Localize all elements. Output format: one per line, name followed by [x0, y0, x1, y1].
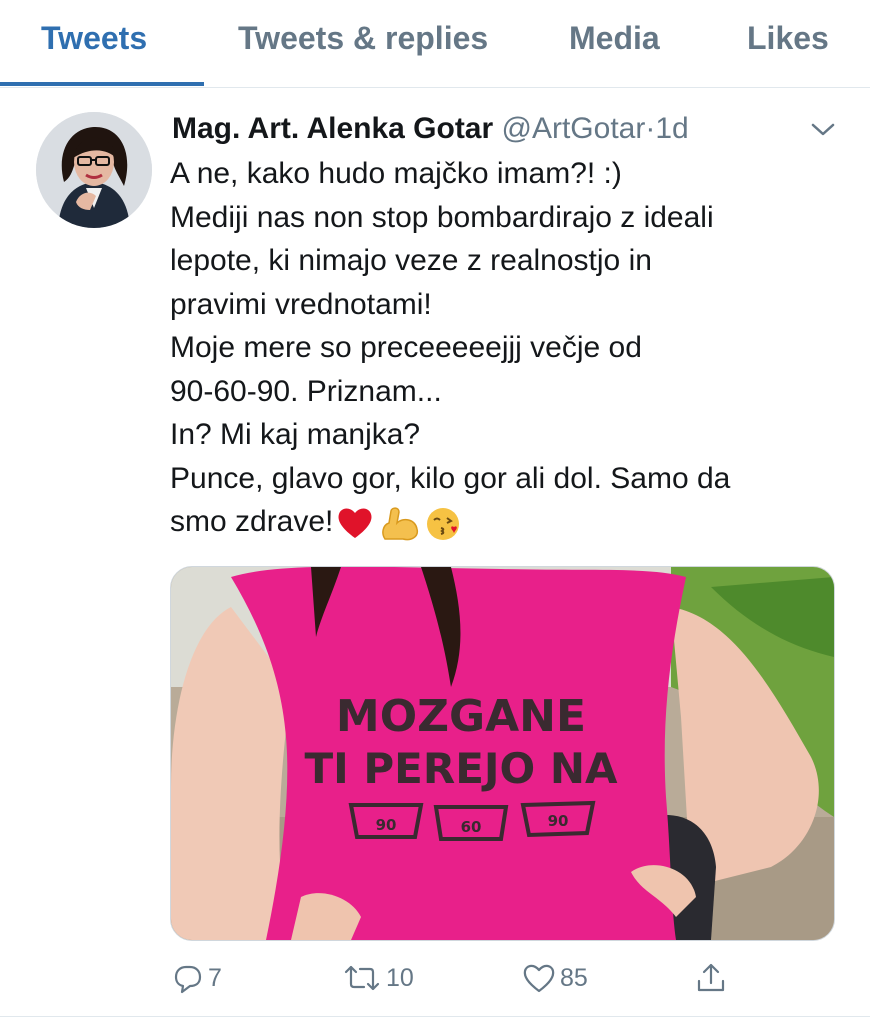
avatar-photo	[36, 112, 152, 228]
profile-tabs: Tweets Tweets & replies Media Likes	[0, 0, 870, 88]
heart-icon	[523, 964, 555, 993]
separator-dot: ·	[645, 112, 656, 145]
chevron-down-icon[interactable]	[806, 118, 840, 142]
like-button[interactable]: 85	[522, 958, 588, 998]
tweet-text-line: smo zdrave!	[170, 505, 334, 538]
display-name[interactable]: Mag. Art. Alenka Gotar	[172, 112, 493, 145]
tweet-text-line: Mediji nas non stop bombardirajo z ideal…	[170, 200, 714, 234]
tweet-text-line: A ne, kako hudo majčko imam?! :)	[170, 157, 622, 190]
tweet-text-line: Punce, glavo gor, kilo gor ali dol. Samo…	[170, 461, 731, 495]
shirt-text-line2: TI PEREJO NA	[304, 744, 618, 793]
wash-label: 60	[461, 818, 482, 836]
flexed-biceps-emoji-icon	[382, 507, 419, 541]
tweet-text: A ne, kako hudo majčko imam?! :) Mediji …	[170, 152, 820, 544]
avatar[interactable]	[36, 112, 152, 228]
like-count: 85	[560, 963, 588, 992]
tweet-header: Mag. Art. Alenka Gotar @ArtGotar·1d	[172, 112, 812, 152]
tweet-text-line: pravimi vrednotami!	[170, 287, 432, 321]
tweet-actions: 7 10 85	[0, 950, 870, 1010]
tweet-text-line: In? Mi kaj manjka?	[170, 418, 421, 451]
reply-button[interactable]: 7	[172, 958, 222, 998]
retweet-icon	[344, 965, 380, 991]
red-heart-emoji-icon	[338, 508, 372, 539]
wash-label: 90	[376, 816, 397, 834]
tweet-text-line-last: smo zdrave!	[170, 500, 820, 544]
face-blowing-kiss-emoji-icon	[427, 508, 460, 541]
retweet-count: 10	[386, 963, 414, 992]
divider	[0, 1016, 870, 1017]
wash-label: 90	[548, 812, 569, 830]
tab-likes[interactable]: Likes	[747, 20, 829, 57]
tweet-time[interactable]: 1d	[655, 112, 688, 145]
active-tab-indicator	[0, 82, 204, 86]
tweet-text-line: Moje mere so preceeeeejjj večje od	[170, 331, 642, 364]
tweet-text-line: lepote, ki nimajo veze z realnostjo in	[170, 244, 652, 277]
share-icon	[697, 963, 725, 992]
retweet-button[interactable]: 10	[342, 958, 414, 998]
tshirt-photo: MOZGANE TI PEREJO NA 90 60 90	[171, 567, 834, 940]
user-handle[interactable]: @ArtGotar	[502, 112, 646, 145]
tab-media[interactable]: Media	[569, 20, 660, 57]
shirt-text-line1: MOZGANE	[336, 691, 586, 742]
reply-count: 7	[208, 963, 222, 992]
share-button[interactable]	[694, 958, 728, 998]
reply-icon	[174, 965, 202, 994]
tweet-photo[interactable]: MOZGANE TI PEREJO NA 90 60 90	[170, 566, 835, 941]
tweet-text-line: 90-60-90. Priznam...	[170, 374, 442, 408]
tab-tweets-and-replies[interactable]: Tweets & replies	[238, 20, 488, 57]
tab-tweets[interactable]: Tweets	[41, 20, 147, 57]
